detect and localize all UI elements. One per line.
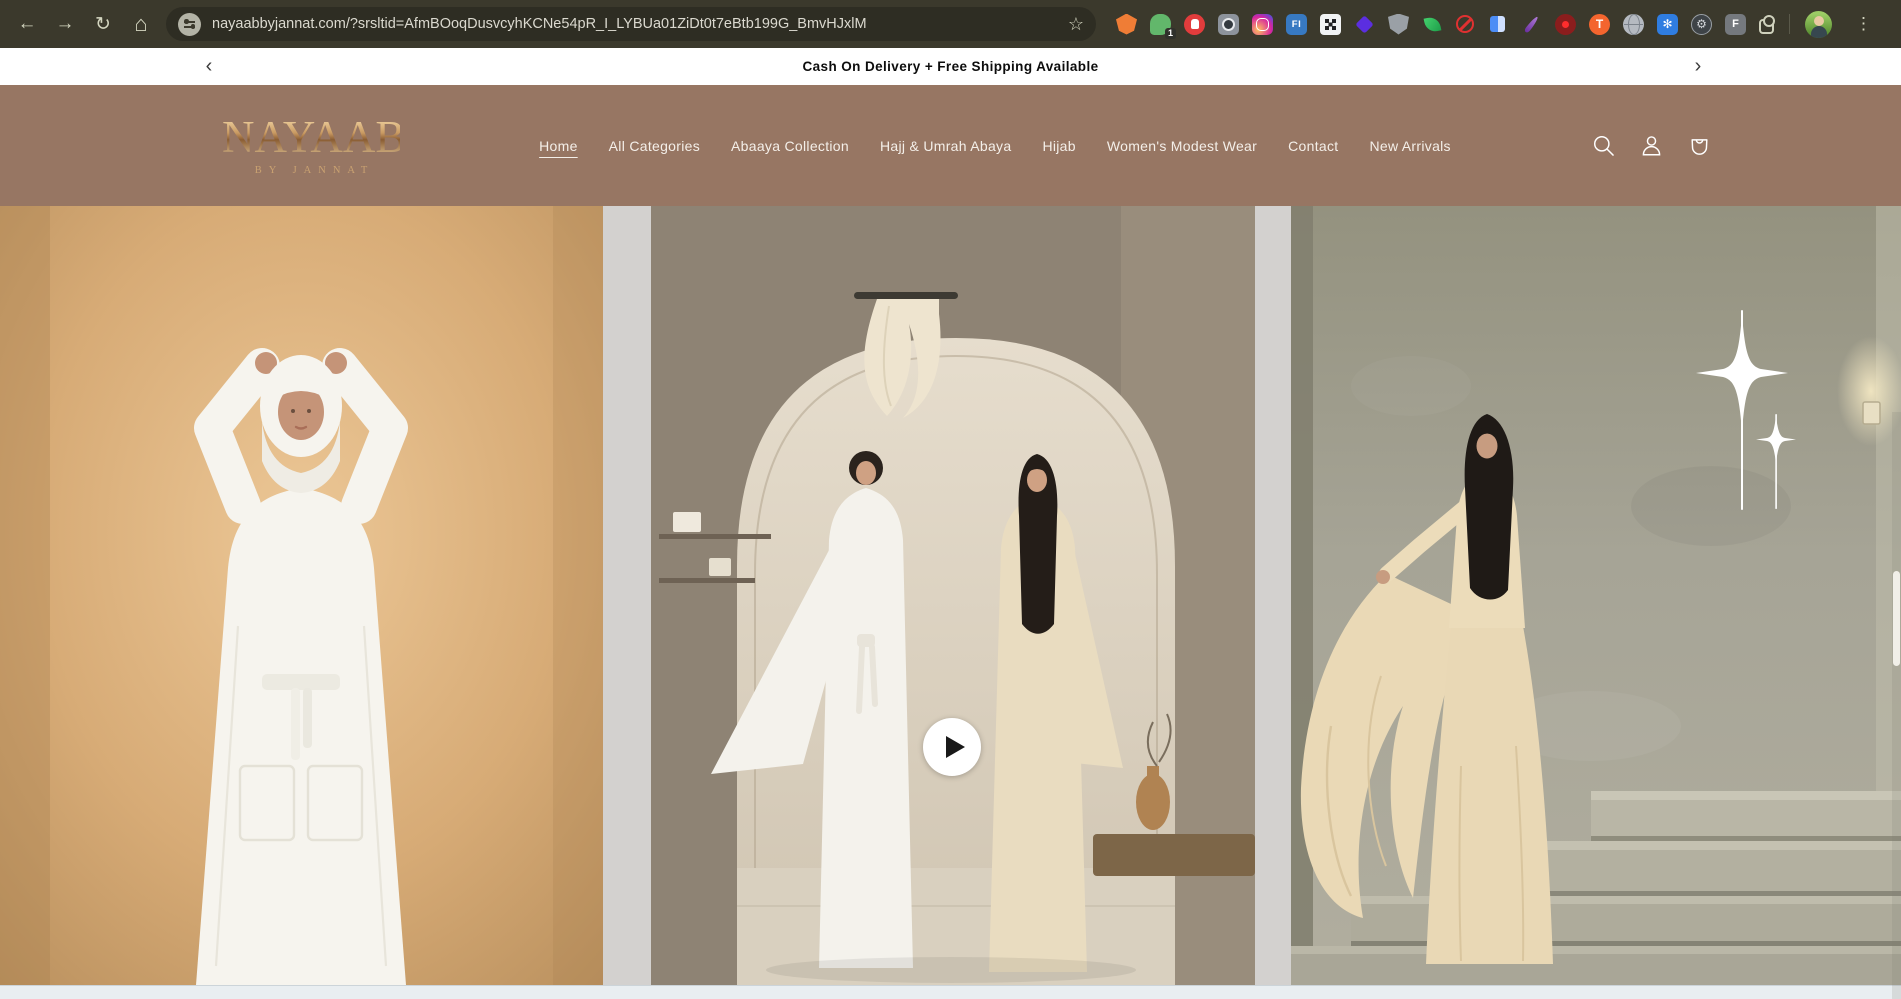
- play-icon: [946, 736, 965, 758]
- qr-code-icon[interactable]: [1320, 14, 1341, 35]
- camera-icon[interactable]: [1218, 14, 1239, 35]
- announcement-bar: ‹ Cash On Delivery + Free Shipping Avail…: [0, 48, 1901, 85]
- announcement-text: Cash On Delivery + Free Shipping Availab…: [802, 59, 1098, 74]
- bookmark-star-icon[interactable]: ☆: [1068, 14, 1084, 35]
- f-tile-icon[interactable]: F: [1725, 14, 1746, 35]
- purple-diamond-icon[interactable]: [1354, 14, 1375, 35]
- left-woman-figure: [196, 352, 406, 985]
- nav-new-arrivals[interactable]: New Arrivals: [1369, 138, 1450, 154]
- nav-hajj-umrah-abaya[interactable]: Hajj & Umrah Abaya: [880, 138, 1011, 154]
- record-dot-icon[interactable]: [1555, 14, 1576, 35]
- logo-subtitle: BY JANNAT: [222, 165, 400, 176]
- logo[interactable]: NAYAAB BY JANNAT: [222, 115, 400, 176]
- site-header: NAYAAB BY JANNAT Home All Categories Aba…: [0, 85, 1901, 206]
- scrollbar-thumb[interactable]: [1893, 571, 1900, 666]
- nav-contact[interactable]: Contact: [1288, 138, 1338, 154]
- logo-title: NAYAAB: [222, 115, 400, 160]
- reload-button[interactable]: ↻: [84, 5, 122, 43]
- extensions-puzzle-icon[interactable]: [1759, 19, 1774, 34]
- right-video-panel[interactable]: [1291, 206, 1901, 985]
- main-nav: Home All Categories Abaaya Collection Ha…: [430, 138, 1560, 154]
- metamask-icon[interactable]: [1116, 14, 1137, 35]
- feather-icon[interactable]: [1521, 14, 1542, 35]
- instagram-icon[interactable]: [1252, 14, 1273, 35]
- panel-gap: [1255, 206, 1291, 985]
- globe-grid-icon[interactable]: [1623, 14, 1644, 35]
- cart-icon[interactable]: [1686, 132, 1713, 159]
- header-actions: [1590, 132, 1713, 159]
- url-text[interactable]: nayaabbyjannat.com/?srsltid=AfmBOoqDusvc…: [212, 16, 1060, 32]
- extensions-row: 1 FI T ✻ ⚙ F ⋮: [1116, 11, 1876, 38]
- leaf-icon[interactable]: [1422, 14, 1443, 35]
- extension-badge: 1: [1165, 28, 1176, 39]
- scrollbar-track[interactable]: [1892, 412, 1901, 999]
- orange-t-icon[interactable]: T: [1589, 14, 1610, 35]
- nav-hijab[interactable]: Hijab: [1042, 138, 1075, 154]
- center-video-panel[interactable]: [651, 206, 1255, 985]
- stop-hand-icon[interactable]: [1184, 14, 1205, 35]
- browser-menu-icon[interactable]: ⋮: [1851, 14, 1876, 34]
- snowflake-tile-icon[interactable]: ✻: [1657, 14, 1678, 35]
- gear-circle-icon[interactable]: ⚙: [1691, 14, 1712, 35]
- fi-icon[interactable]: FI: [1286, 14, 1307, 35]
- browser-toolbar: ← → ↻ ⌂ nayaabbyjannat.com/?srsltid=AfmB…: [0, 0, 1901, 48]
- play-button[interactable]: [923, 718, 981, 776]
- green-chat-icon[interactable]: 1: [1150, 14, 1171, 35]
- right-video-preview: [1291, 206, 1901, 985]
- left-video-preview: [0, 206, 603, 985]
- nav-abaaya-collection[interactable]: Abaaya Collection: [731, 138, 849, 154]
- announcement-prev-button[interactable]: ‹: [194, 48, 224, 85]
- panel-gap: [603, 206, 651, 985]
- profile-avatar[interactable]: [1805, 11, 1832, 38]
- blocked-icon[interactable]: [1456, 15, 1474, 33]
- nav-all-categories[interactable]: All Categories: [609, 138, 700, 154]
- site-info-icon[interactable]: [178, 13, 201, 36]
- next-section-edge: [0, 985, 1901, 999]
- shield-icon[interactable]: [1388, 14, 1409, 35]
- forward-button[interactable]: →: [46, 5, 84, 43]
- back-button[interactable]: ←: [8, 5, 46, 43]
- notebook-icon[interactable]: [1487, 14, 1508, 35]
- announcement-next-button[interactable]: ›: [1683, 48, 1713, 85]
- nav-womens-modest-wear[interactable]: Women's Modest Wear: [1107, 138, 1257, 154]
- address-bar[interactable]: nayaabbyjannat.com/?srsltid=AfmBOoqDusvc…: [166, 7, 1096, 41]
- left-video-panel[interactable]: [0, 206, 603, 985]
- hero-section: [0, 206, 1901, 985]
- search-icon[interactable]: [1590, 132, 1617, 159]
- toolbar-separator: [1789, 14, 1790, 34]
- account-icon[interactable]: [1638, 132, 1665, 159]
- nav-home[interactable]: Home: [539, 138, 578, 154]
- home-button[interactable]: ⌂: [122, 5, 160, 43]
- center-video-preview: [651, 206, 1255, 985]
